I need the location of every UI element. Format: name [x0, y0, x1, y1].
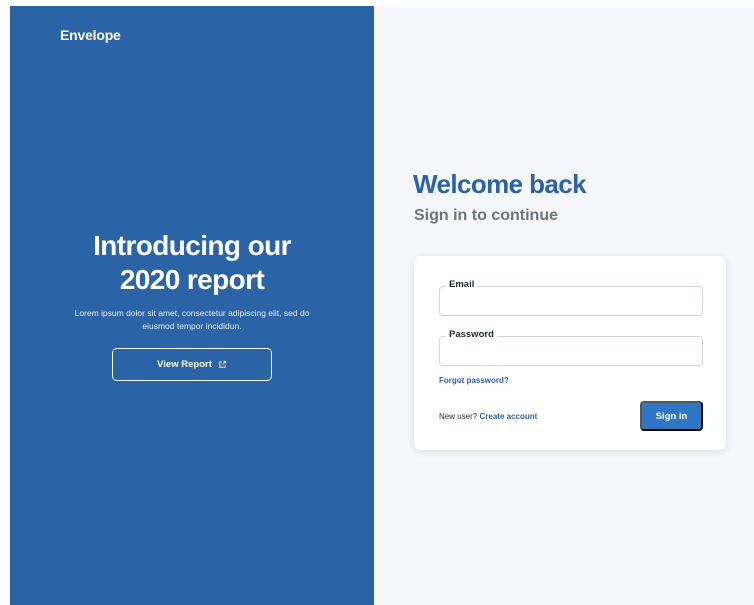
sign-in-button[interactable]: Sign in: [640, 401, 703, 431]
view-report-button[interactable]: View Report: [112, 348, 272, 381]
signin-subheading: Sign in to continue: [414, 207, 558, 224]
promo-description: Lorem ipsum dolor sit amet, consectetur …: [74, 308, 310, 331]
password-input[interactable]: [440, 337, 702, 365]
password-label: Password: [446, 329, 497, 340]
email-input[interactable]: [440, 287, 702, 315]
forgot-password-link[interactable]: Forgot password?: [439, 376, 509, 385]
promo-panel: Envelope Introducing our 2020 report Lor…: [10, 6, 374, 605]
new-user-text: New user?: [439, 412, 478, 421]
new-user-prompt: New user? Create account: [439, 412, 537, 421]
login-card: Email Password Forgot password? New user…: [414, 256, 726, 450]
password-field: Password: [439, 329, 703, 366]
email-field: Email: [439, 279, 703, 316]
app-frame: Envelope Introducing our 2020 report Lor…: [10, 6, 754, 605]
login-panel: Welcome back Sign in to continue Email P…: [374, 6, 754, 605]
email-label: Email: [446, 279, 478, 290]
create-account-link[interactable]: Create account: [479, 412, 537, 421]
external-link-icon: [219, 360, 226, 368]
promo-block: Introducing our 2020 report Lorem ipsum …: [10, 229, 374, 381]
brand-logo[interactable]: Envelope: [60, 27, 121, 43]
welcome-heading: Welcome back: [413, 169, 587, 199]
view-report-label: View Report: [157, 359, 212, 370]
promo-title: Introducing our 2020 report: [93, 230, 291, 295]
